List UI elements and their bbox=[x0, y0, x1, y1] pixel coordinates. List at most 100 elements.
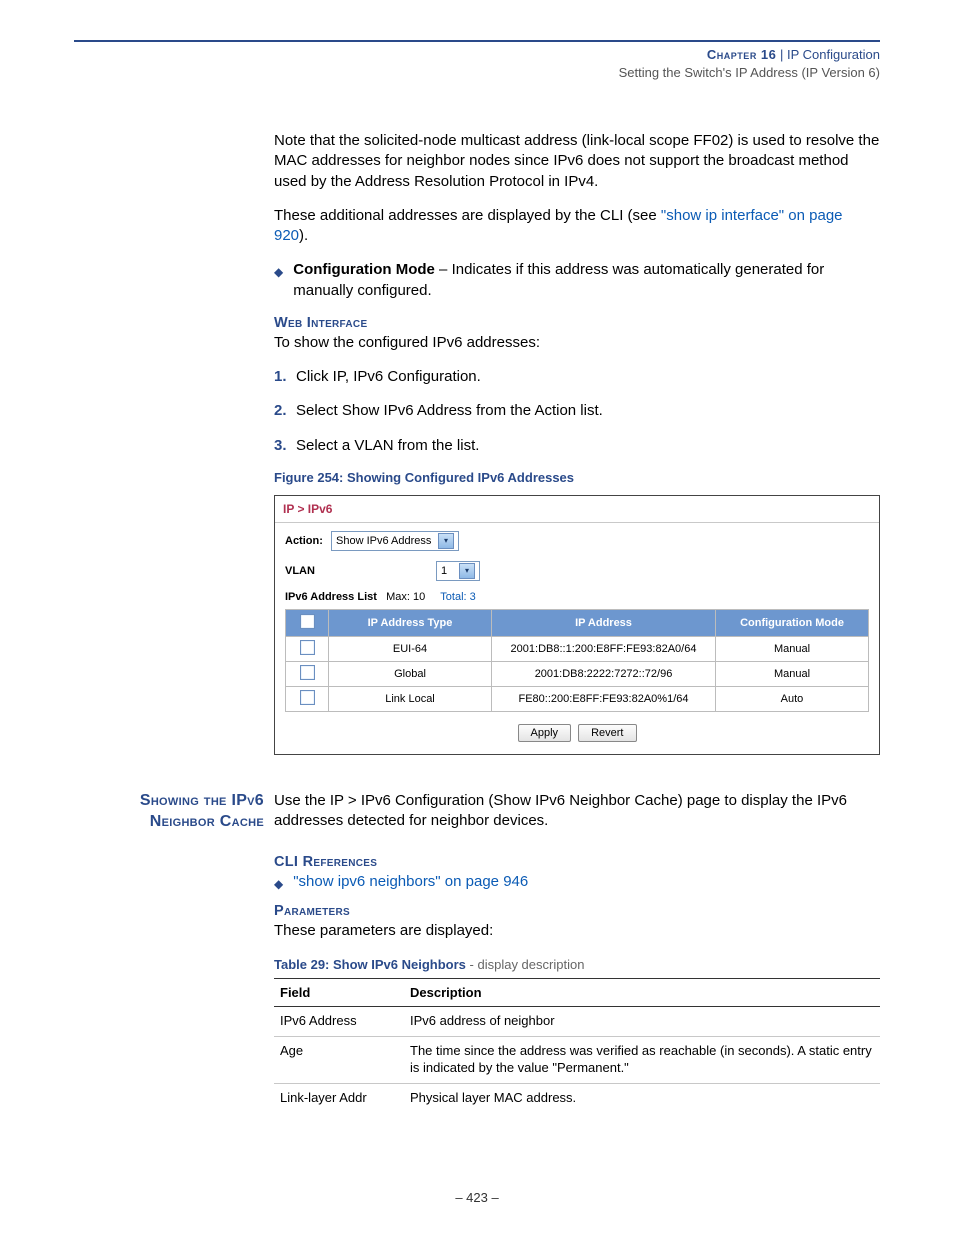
diamond-bullet-icon: ◆ bbox=[274, 264, 283, 280]
button-row: Apply Revert bbox=[285, 724, 869, 742]
vlan-select-value: 1 bbox=[441, 565, 455, 577]
col-address: IP Address bbox=[492, 609, 716, 636]
intro-p2b: ). bbox=[299, 227, 308, 244]
row-checkbox[interactable] bbox=[300, 640, 315, 655]
intro-paragraph-1: Note that the solicited-node multicast a… bbox=[274, 131, 880, 192]
action-row: Action: Show IPv6 Address ▾ bbox=[285, 531, 869, 551]
section-side-heading: Showing the IPv6 Neighbor Cache bbox=[74, 791, 274, 833]
intro-paragraph-2: These additional addresses are displayed… bbox=[274, 206, 880, 247]
cell-mode: Manual bbox=[716, 661, 869, 686]
list-max: Max: 10 bbox=[380, 591, 425, 603]
header-rule bbox=[74, 40, 880, 42]
cell-desc: IPv6 address of neighbor bbox=[404, 1006, 880, 1036]
col-field: Field bbox=[274, 978, 404, 1006]
chapter-line: Chapter 16 | IP Configuration bbox=[74, 46, 880, 64]
step-text: Select a VLAN from the list. bbox=[296, 436, 479, 456]
select-all-checkbox[interactable] bbox=[300, 614, 315, 629]
web-interface-heading: Web Interface bbox=[274, 315, 880, 331]
cell-mode: Auto bbox=[716, 686, 869, 711]
cell-mode: Manual bbox=[716, 636, 869, 661]
step-number: 1. bbox=[274, 367, 296, 387]
step-text: Click IP, IPv6 Configuration. bbox=[296, 367, 481, 387]
figure-caption: Figure 254: Showing Configured IPv6 Addr… bbox=[274, 470, 880, 485]
parameters-lead: These parameters are displayed: bbox=[274, 921, 880, 941]
desc-row: IPv6 Address IPv6 address of neighbor bbox=[274, 1006, 880, 1036]
desc-header-row: Field Description bbox=[274, 978, 880, 1006]
chapter-label: Chapter 16 bbox=[707, 47, 776, 62]
neighbor-cache-section: Showing the IPv6 Neighbor Cache Use the … bbox=[74, 791, 880, 833]
row-checkbox[interactable] bbox=[300, 690, 315, 705]
revert-button[interactable]: Revert bbox=[578, 724, 636, 742]
side-heading-line2: Neighbor Cache bbox=[74, 812, 264, 833]
col-mode: Configuration Mode bbox=[716, 609, 869, 636]
cell-type: Global bbox=[329, 661, 492, 686]
vlan-select[interactable]: 1 ▾ bbox=[436, 561, 480, 581]
action-select-value: Show IPv6 Address bbox=[336, 535, 434, 547]
cell-address: 2001:DB8:2222:7272::72/96 bbox=[492, 661, 716, 686]
breadcrumb: IP > IPv6 bbox=[275, 496, 879, 523]
screenshot-panel: IP > IPv6 Action: Show IPv6 Address ▾ VL… bbox=[274, 495, 880, 755]
table-header-row: IP Address Type IP Address Configuration… bbox=[286, 609, 869, 636]
chevron-down-icon: ▾ bbox=[459, 563, 475, 579]
show-ipv6-neighbors-link[interactable]: "show ipv6 neighbors" on page 946 bbox=[293, 872, 528, 892]
section-body: Use the IP > IPv6 Configuration (Show IP… bbox=[274, 791, 880, 832]
table-row: EUI-64 2001:DB8::1:200:E8FF:FE93:82A0/64… bbox=[286, 636, 869, 661]
step-2: 2. Select Show IPv6 Address from the Act… bbox=[274, 401, 880, 421]
cell-desc: The time since the address was verified … bbox=[404, 1036, 880, 1083]
cell-type: Link Local bbox=[329, 686, 492, 711]
chevron-down-icon: ▾ bbox=[438, 533, 454, 549]
neighbors-description-table: Field Description IPv6 Address IPv6 addr… bbox=[274, 978, 880, 1113]
table-caption: Table 29: Show IPv6 Neighbors - display … bbox=[274, 957, 880, 972]
list-label: IPv6 Address List bbox=[285, 591, 377, 603]
cli-link-bullet: ◆ "show ipv6 neighbors" on page 946 bbox=[274, 872, 880, 892]
action-select[interactable]: Show IPv6 Address ▾ bbox=[331, 531, 459, 551]
row-checkbox[interactable] bbox=[300, 665, 315, 680]
vlan-row: VLAN 1 ▾ bbox=[285, 561, 869, 581]
ipv6-address-table: IP Address Type IP Address Configuration… bbox=[285, 609, 869, 712]
col-type: IP Address Type bbox=[329, 609, 492, 636]
desc-row: Age The time since the address was verif… bbox=[274, 1036, 880, 1083]
list-total: Total: 3 bbox=[440, 591, 475, 603]
action-label: Action: bbox=[285, 535, 331, 547]
step-number: 2. bbox=[274, 401, 296, 421]
web-lead: To show the configured IPv6 addresses: bbox=[274, 333, 880, 353]
table-caption-rest: - display description bbox=[466, 957, 585, 972]
page-number: – 423 – bbox=[0, 1190, 954, 1205]
config-mode-bullet: ◆ Configuration Mode – Indicates if this… bbox=[274, 260, 880, 301]
cli-references-heading: CLI References bbox=[274, 854, 880, 870]
page-header: Chapter 16 | IP Configuration Setting th… bbox=[74, 46, 880, 81]
cell-field: Age bbox=[274, 1036, 404, 1083]
step-3: 3. Select a VLAN from the list. bbox=[274, 436, 880, 456]
desc-row: Link-layer Addr Physical layer MAC addre… bbox=[274, 1083, 880, 1112]
parameters-heading: Parameters bbox=[274, 903, 880, 919]
side-heading-line1: Showing the IPv6 bbox=[74, 791, 264, 812]
table-row: Global 2001:DB8:2222:7272::72/96 Manual bbox=[286, 661, 869, 686]
chapter-title: IP Configuration bbox=[787, 47, 880, 62]
table-row: Link Local FE80::200:E8FF:FE93:82A0%1/64… bbox=[286, 686, 869, 711]
cell-address: FE80::200:E8FF:FE93:82A0%1/64 bbox=[492, 686, 716, 711]
page: Chapter 16 | IP Configuration Setting th… bbox=[0, 0, 954, 1235]
cell-desc: Physical layer MAC address. bbox=[404, 1083, 880, 1112]
step-1: 1. Click IP, IPv6 Configuration. bbox=[274, 367, 880, 387]
step-text: Select Show IPv6 Address from the Action… bbox=[296, 401, 603, 421]
table-caption-strong: Table 29: Show IPv6 Neighbors bbox=[274, 957, 466, 972]
header-subtitle: Setting the Switch's IP Address (IP Vers… bbox=[74, 64, 880, 82]
col-description: Description bbox=[404, 978, 880, 1006]
select-all-header bbox=[286, 609, 329, 636]
bullet-text: Configuration Mode – Indicates if this a… bbox=[293, 260, 880, 301]
cell-address: 2001:DB8::1:200:E8FF:FE93:82A0/64 bbox=[492, 636, 716, 661]
content-column-2: CLI References ◆ "show ipv6 neighbors" o… bbox=[274, 854, 880, 1112]
bullet-bold: Configuration Mode bbox=[293, 261, 435, 278]
cell-field: IPv6 Address bbox=[274, 1006, 404, 1036]
vlan-label: VLAN bbox=[285, 565, 331, 577]
cell-field: Link-layer Addr bbox=[274, 1083, 404, 1112]
list-summary: IPv6 Address List Max: 10 Total: 3 bbox=[285, 591, 869, 603]
apply-button[interactable]: Apply bbox=[518, 724, 572, 742]
header-pipe: | bbox=[776, 47, 787, 62]
cell-type: EUI-64 bbox=[329, 636, 492, 661]
screenshot-body: Action: Show IPv6 Address ▾ VLAN 1 ▾ IPv… bbox=[275, 523, 879, 754]
intro-p2a: These additional addresses are displayed… bbox=[274, 207, 661, 224]
diamond-bullet-icon: ◆ bbox=[274, 876, 283, 892]
step-number: 3. bbox=[274, 436, 296, 456]
content-column: Note that the solicited-node multicast a… bbox=[274, 131, 880, 755]
